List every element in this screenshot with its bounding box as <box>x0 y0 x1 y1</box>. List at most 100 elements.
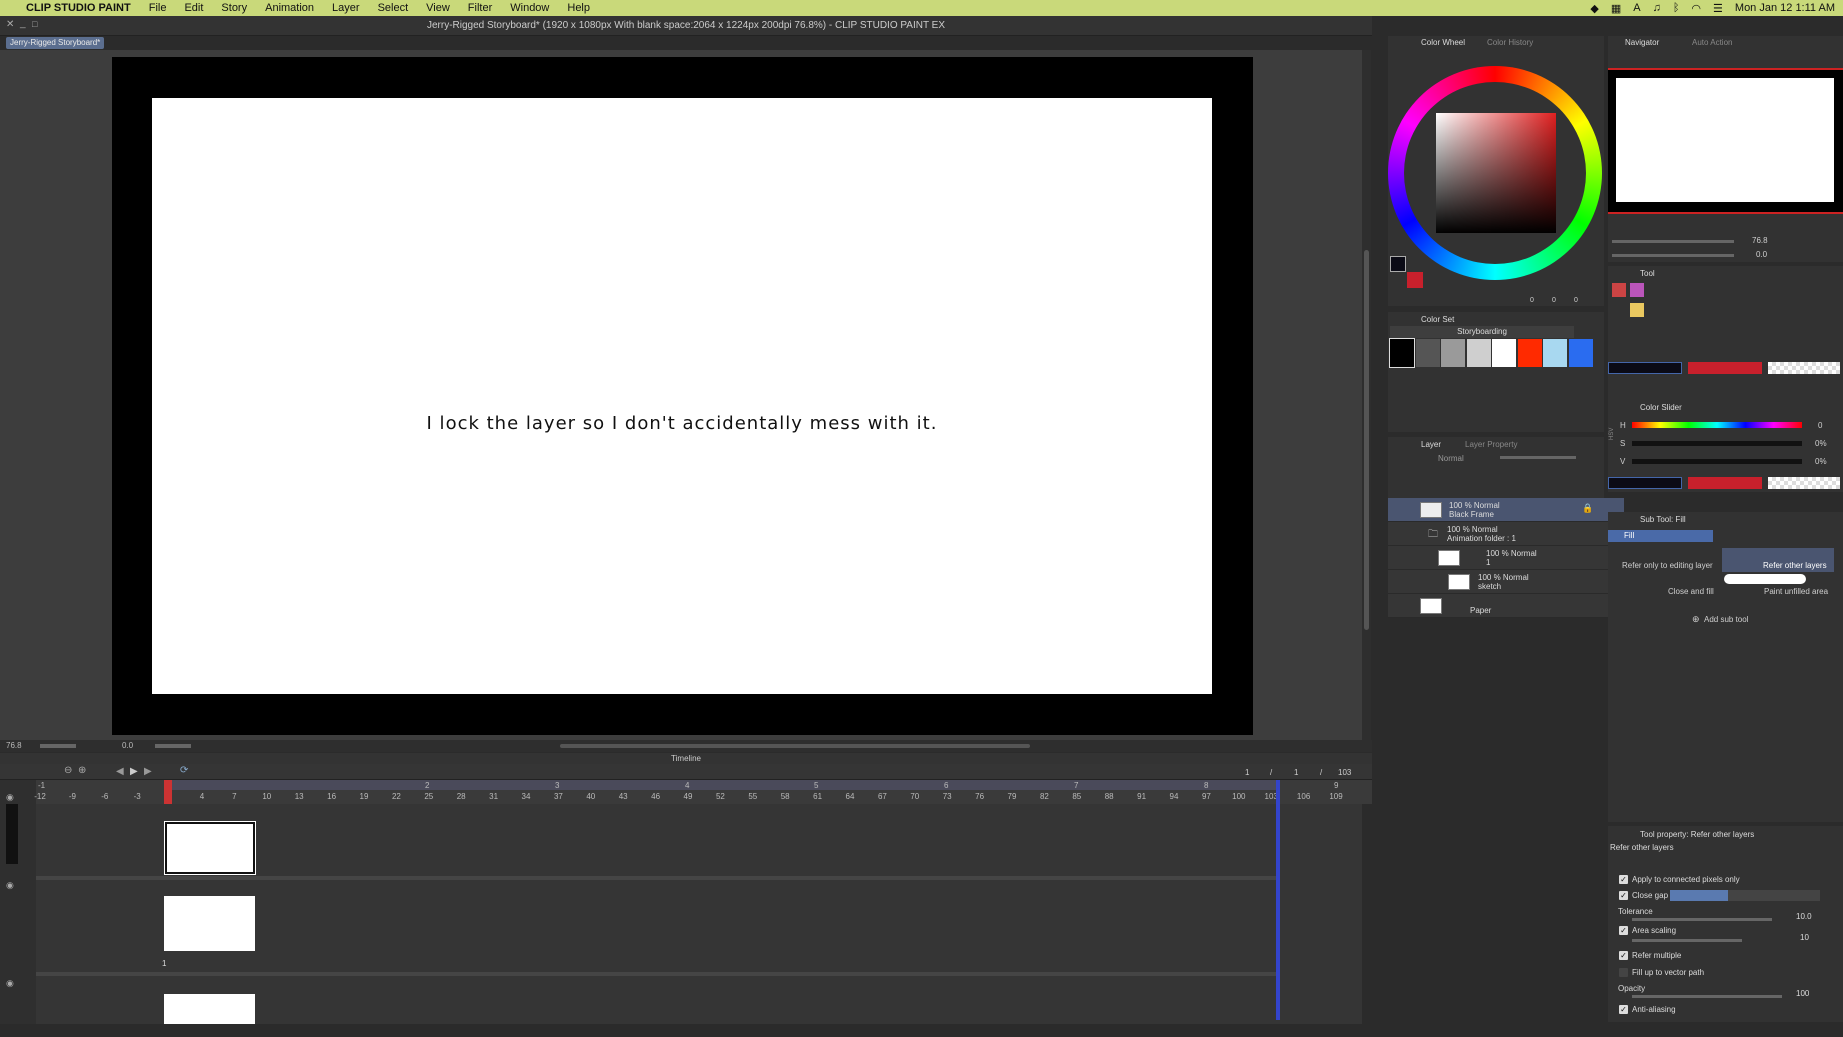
zoom-in-icon[interactable]: ⊕ <box>78 765 86 776</box>
color-model-label[interactable]: HSV <box>1609 428 1615 440</box>
timeline-playhead[interactable] <box>164 780 172 804</box>
transparent-color-bar[interactable] <box>1768 477 1840 489</box>
pen-tool-icon[interactable] <box>1630 303 1644 317</box>
saturation-value[interactable]: 0% <box>1815 439 1827 448</box>
document-tab[interactable]: Jerry-Rigged Storyboard* <box>6 37 105 49</box>
timeline-end-marker[interactable] <box>1276 780 1280 1020</box>
tab-auto-action[interactable]: Auto Action <box>1692 38 1732 47</box>
navigator-zoom-value[interactable]: 76.8 <box>1752 236 1768 245</box>
apply-connected-checkbox[interactable]: ✓ <box>1619 875 1628 884</box>
keyboard-icon[interactable]: A <box>1633 2 1640 14</box>
gradient-tool-icon[interactable] <box>1630 283 1644 297</box>
color-swatch[interactable] <box>1441 339 1465 367</box>
sub-color-bar[interactable] <box>1688 477 1762 489</box>
sub-color-bar[interactable] <box>1688 362 1762 374</box>
refer-multiple-checkbox[interactable]: ✓ <box>1619 951 1628 960</box>
sub-tool-paint-unfilled[interactable]: Paint unfilled area <box>1764 587 1828 596</box>
area-scaling-checkbox[interactable]: ✓ <box>1619 926 1628 935</box>
menu-filter[interactable]: Filter <box>468 2 492 14</box>
navigator-rotate-value[interactable]: 0.0 <box>1756 250 1767 259</box>
cel-thumbnail[interactable] <box>165 822 255 874</box>
eye-icon[interactable]: ◉ <box>6 880 14 891</box>
tab-color-wheel[interactable]: Color Wheel <box>1421 38 1465 47</box>
blend-mode-dropdown[interactable]: Normal <box>1438 454 1464 463</box>
add-sub-tool-button[interactable]: Add sub tool <box>1704 615 1748 624</box>
value-value[interactable]: 0% <box>1815 457 1827 466</box>
color-set-dropdown[interactable]: Storyboarding <box>1390 326 1574 338</box>
rotation-slider[interactable] <box>155 744 191 748</box>
hue-value[interactable]: 0 <box>1818 421 1822 430</box>
saturation-value-square[interactable] <box>1436 113 1556 233</box>
color-swatch[interactable] <box>1415 339 1440 367</box>
lock-icon[interactable]: 🔒 <box>1582 503 1593 514</box>
color-swatch[interactable] <box>1389 338 1415 368</box>
canvas-scrollbar[interactable] <box>1362 50 1371 740</box>
saturation-slider[interactable] <box>1632 441 1802 446</box>
menu-help[interactable]: Help <box>567 2 590 14</box>
tab-color-history[interactable]: Color History <box>1487 38 1533 47</box>
anti-aliasing-checkbox[interactable]: ✓ <box>1619 1005 1628 1014</box>
menu-animation[interactable]: Animation <box>265 2 314 14</box>
area-scaling-value[interactable]: 10 <box>1800 933 1809 942</box>
close-gap-checkbox[interactable]: ✓ <box>1619 891 1628 900</box>
cel-thumbnail[interactable] <box>164 994 255 1024</box>
main-color-swatch[interactable] <box>1390 256 1406 272</box>
current-frame[interactable]: 1 <box>1245 768 1249 777</box>
color-swatch[interactable] <box>1568 339 1593 367</box>
horizontal-scrollbar[interactable] <box>560 744 1030 748</box>
transparent-color-bar[interactable] <box>1768 362 1840 374</box>
close-icon[interactable]: ✕ <box>6 19 14 30</box>
timeline-tracks[interactable]: 1 <box>36 804 1362 1024</box>
eye-icon[interactable]: ◉ <box>6 792 14 803</box>
tolerance-value[interactable]: 10.0 <box>1796 912 1812 921</box>
opacity-value[interactable]: 100 <box>1796 989 1809 998</box>
menu-story[interactable]: Story <box>221 2 247 14</box>
rotation-value[interactable]: 0.0 <box>122 741 133 750</box>
cel-thumbnail[interactable] <box>164 896 255 951</box>
app-menu[interactable]: CLIP STUDIO PAINT <box>26 2 131 14</box>
navigator-rotate-slider[interactable] <box>1612 254 1734 257</box>
loop-icon[interactable]: ⟳ <box>180 765 188 776</box>
navigator-zoom-slider[interactable] <box>1612 240 1734 243</box>
menu-edit[interactable]: Edit <box>184 2 203 14</box>
area-scaling-slider[interactable] <box>1632 939 1742 942</box>
menu-layer[interactable]: Layer <box>332 2 360 14</box>
sub-color-swatch[interactable] <box>1407 272 1423 288</box>
headphones-icon[interactable]: ♫ <box>1653 2 1661 14</box>
minimize-icon[interactable]: _ <box>20 18 26 29</box>
color-swatch[interactable] <box>1543 339 1567 367</box>
layer-opacity-slider[interactable] <box>1500 456 1576 459</box>
main-color-bar[interactable] <box>1608 362 1682 374</box>
value-slider[interactable] <box>1632 459 1802 464</box>
close-gap-selector[interactable] <box>1670 890 1820 901</box>
fill-tool-icon[interactable] <box>1612 283 1626 297</box>
maximize-icon[interactable]: □ <box>32 19 37 29</box>
hue-slider[interactable] <box>1632 422 1802 428</box>
tolerance-slider[interactable] <box>1632 918 1772 921</box>
total-frames[interactable]: 103 <box>1338 768 1351 777</box>
tab-navigator[interactable]: Navigator <box>1625 38 1659 47</box>
canvas-paper[interactable] <box>152 98 1212 694</box>
menu-view[interactable]: View <box>426 2 450 14</box>
start-frame[interactable]: 1 <box>1294 768 1298 777</box>
next-frame-icon[interactable]: ▶ <box>144 766 152 777</box>
sub-tool-group-fill[interactable]: Fill <box>1608 530 1713 542</box>
tab-layer[interactable]: Layer <box>1421 440 1441 449</box>
menu-select[interactable]: Select <box>378 2 409 14</box>
track-header-active[interactable] <box>6 804 18 864</box>
color-swatch[interactable] <box>1466 339 1491 367</box>
wifi-icon[interactable]: ◠ <box>1691 2 1701 15</box>
eye-icon[interactable]: ◉ <box>6 978 14 989</box>
menu-file[interactable]: File <box>149 2 167 14</box>
color-swatch[interactable] <box>1517 339 1542 367</box>
clock[interactable]: Mon Jan 12 1:11 AM <box>1735 2 1835 14</box>
grid-icon[interactable]: ▦ <box>1611 2 1621 15</box>
zoom-out-icon[interactable]: ⊖ <box>64 765 72 776</box>
main-color-bar[interactable] <box>1608 477 1682 489</box>
scroll-thumb[interactable] <box>1364 250 1369 630</box>
sub-tool-close-fill[interactable]: Close and fill <box>1668 587 1714 596</box>
navigator-preview[interactable] <box>1608 68 1843 214</box>
color-swatch[interactable] <box>1492 339 1516 367</box>
control-center-icon[interactable]: ☰ <box>1713 2 1723 15</box>
menu-window[interactable]: Window <box>510 2 549 14</box>
